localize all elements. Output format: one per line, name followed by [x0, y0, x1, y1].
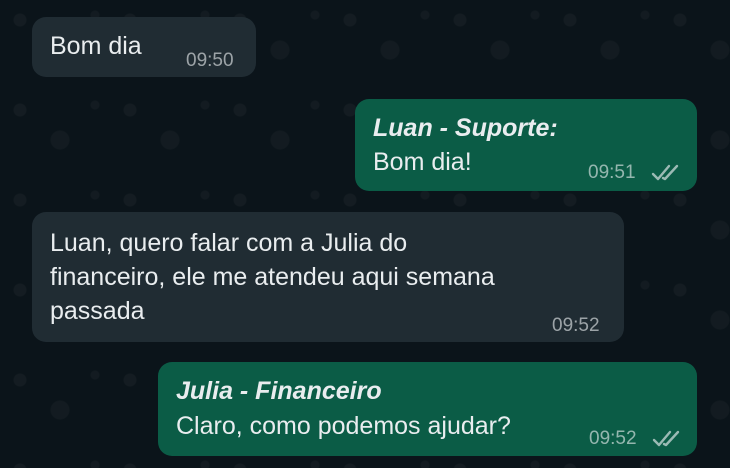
message-text: Luan, quero falar com a Julia do finance…	[50, 229, 495, 325]
message-time: 09:52	[552, 315, 600, 336]
double-check-icon	[651, 164, 679, 181]
double-check-icon	[652, 430, 680, 447]
message-time: 09:50	[186, 50, 234, 71]
message-text: Bom dia!	[373, 148, 472, 176]
message-bubble-incoming[interactable]: Luan, quero falar com a Julia do finance…	[32, 212, 624, 342]
message-text: Bom dia	[50, 32, 142, 60]
message-bubble-incoming[interactable]: Bom dia 09:50	[32, 17, 256, 77]
message-bubble-outgoing[interactable]: Julia - Financeiro Claro, como podemos a…	[158, 362, 697, 456]
message-text: Claro, como podemos ajudar?	[176, 412, 511, 440]
message-time: 09:52	[589, 428, 637, 449]
message-bubble-outgoing[interactable]: Luan - Suporte: Bom dia! 09:51	[355, 99, 697, 191]
message-time: 09:51	[588, 162, 636, 183]
message-sender: Luan - Suporte:	[373, 114, 558, 142]
message-sender: Julia - Financeiro	[176, 377, 382, 405]
